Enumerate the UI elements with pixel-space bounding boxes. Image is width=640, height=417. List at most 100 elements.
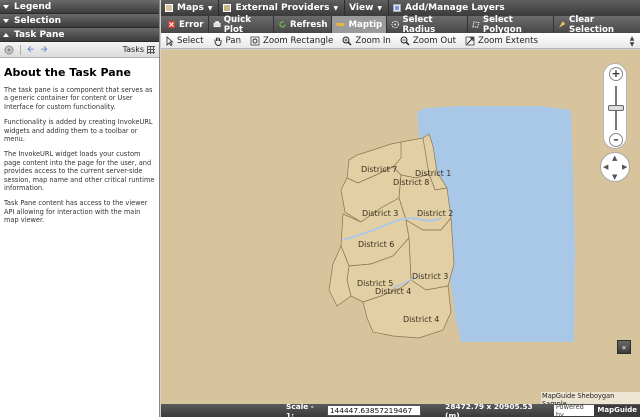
select-tool-button[interactable]: Select — [164, 36, 204, 46]
error-button-label: Error — [179, 19, 204, 30]
accordion-selection[interactable]: Selection — [0, 14, 159, 28]
layers-icon — [393, 4, 402, 12]
pan-tool-button[interactable]: Pan — [213, 35, 242, 46]
scale-input[interactable]: 144447.63857219467 — [326, 405, 422, 416]
task-pane-paragraph: Functionality is added by creating Invok… — [4, 118, 153, 144]
clear-selection-icon — [558, 21, 566, 28]
pan-right-icon[interactable]: ▶ — [622, 163, 627, 171]
refresh-button-label: Refresh — [289, 19, 328, 30]
menu-view-label: View — [349, 3, 374, 13]
refresh-button[interactable]: Refresh — [274, 16, 333, 33]
select-radius-icon — [391, 20, 399, 29]
zoom-extents-button[interactable]: Zoom Extents — [465, 36, 538, 46]
dropdown-arrow-icon: ▼ — [333, 4, 339, 12]
district-3-south-label: District 3 — [412, 272, 448, 281]
zoom-control: + – ▲ ▼ ◀ ▶ — [600, 63, 630, 187]
scroll-down-icon: ▼ — [629, 41, 635, 48]
select-polygon-icon — [472, 21, 480, 28]
task-pane-toolbar: 🡨 🡪 Tasks — [0, 42, 159, 58]
map-icon — [223, 4, 232, 12]
district-4-south-label: District 4 — [403, 315, 439, 324]
zoom-extents-label: Zoom Extents — [477, 35, 538, 46]
toolbar-separator — [20, 44, 21, 55]
district-6-label: District 6 — [358, 240, 394, 249]
pan-down-icon[interactable]: ▼ — [612, 173, 617, 181]
menu-view[interactable]: View ▼ — [345, 0, 390, 16]
powered-by-label: Powered by — [555, 402, 584, 417]
district-1-label: District 1 — [415, 169, 451, 178]
error-button[interactable]: Error — [163, 16, 209, 33]
task-pane-paragraph: The InvokeURL widget loads your custom p… — [4, 150, 155, 193]
select-polygon-button-label: Select Polygon — [482, 14, 522, 35]
zoom-rectangle-button[interactable]: Zoom Rectangle — [250, 36, 333, 46]
clear-selection-button[interactable]: Clear Selection — [554, 14, 640, 35]
pan-up-icon[interactable]: ▲ — [612, 154, 617, 162]
clear-selection-button-label: Clear Selection — [569, 14, 614, 35]
menu-maps[interactable]: Maps ▼ — [161, 0, 220, 16]
cursor-arrow-icon — [166, 35, 174, 46]
accordion-legend[interactable]: Legend — [0, 0, 159, 14]
mapguide-logo: MapGuide — [594, 405, 640, 416]
maptip-icon — [336, 23, 345, 26]
status-bar: Scale - 1: 144447.63857219467 28472.79 x… — [161, 401, 640, 417]
menu-add-manage-layers-label: Add/Manage Layers — [405, 3, 505, 13]
home-icon[interactable] — [4, 45, 14, 55]
minus-icon: – — [613, 133, 619, 146]
zoom-out-label: Zoom Out — [412, 35, 456, 46]
district-8-label: District 8 — [393, 178, 429, 187]
scale-label: Scale - 1: — [286, 401, 314, 417]
maptip-button[interactable]: Maptip — [332, 16, 388, 33]
quick-plot-button[interactable]: Quick Plot — [209, 14, 274, 35]
navigation-toolbar: Select Pan Zoom Rectangle Zoom In Zoom O… — [161, 33, 640, 49]
zoom-in-button[interactable]: Zoom In — [342, 36, 391, 46]
zoom-minus-button[interactable]: – — [609, 133, 623, 147]
powered-by-badge[interactable]: Powered by MapGuide — [553, 402, 640, 417]
district-7-label: District 7 — [361, 165, 397, 174]
left-panel: Legend Selection Task Pane 🡨 🡪 Tasks Abo… — [0, 0, 160, 417]
zoom-extents-icon — [465, 36, 475, 45]
pan-tool-label: Pan — [225, 35, 242, 46]
magnifier-minus-icon — [400, 36, 410, 45]
quick-plot-button-label: Quick Plot — [223, 14, 251, 35]
select-polygon-button[interactable]: Select Polygon — [468, 14, 554, 35]
pan-left-icon[interactable]: ◀ — [603, 163, 608, 171]
pan-control[interactable]: ▲ ▼ ◀ ▶ — [600, 152, 630, 182]
select-tool-label: Select — [177, 35, 204, 46]
accordion-task-pane[interactable]: Task Pane — [0, 28, 159, 42]
task-pane-paragraph: The task pane is a component that serves… — [4, 86, 153, 111]
tasks-label: Tasks — [122, 45, 144, 54]
dropdown-arrow-icon: ▼ — [207, 4, 213, 12]
map-canvas[interactable]: District 7 District 8 District 1 Distric… — [161, 50, 640, 404]
select-radius-button-label: Select Radius — [402, 14, 436, 35]
map-viewer: Maps ▼ External Providers ▼ View ▼ Add/M… — [161, 0, 640, 417]
main-toolbar: Error Quick Plot Refresh Maptip Select R… — [161, 14, 640, 35]
zoom-slider-bar: + – — [603, 63, 627, 149]
zoom-slider-handle[interactable] — [608, 105, 624, 111]
accordion-task-pane-label: Task Pane — [14, 29, 65, 40]
district-3-north-label: District 3 — [362, 209, 398, 218]
toolbar-scroll-arrows[interactable]: ▲ ▼ — [628, 36, 636, 51]
zoom-plus-button[interactable]: + — [609, 67, 623, 81]
task-pane-content: About the Task Pane The task pane is a c… — [0, 58, 159, 238]
magnifier-plus-icon — [342, 36, 352, 45]
map-icon — [165, 4, 173, 12]
tasks-menu-button[interactable]: Tasks — [123, 45, 155, 54]
district-4-north-label: District 4 — [375, 287, 411, 296]
district-2-label: District 2 — [417, 209, 453, 218]
accordion-legend-label: Legend — [14, 1, 52, 12]
dropdown-arrow-icon: ▼ — [377, 4, 383, 12]
expand-panel-button[interactable]: « — [617, 340, 631, 354]
back-arrow-icon[interactable]: 🡨 — [27, 42, 34, 58]
coordinates-readout: 28472.79 x 20905.53 (m) — [445, 401, 533, 417]
zoom-out-button[interactable]: Zoom Out — [400, 36, 456, 46]
double-chevron-left-icon: « — [621, 343, 627, 352]
error-icon — [168, 21, 175, 28]
plus-icon: + — [611, 67, 621, 80]
map-drawing: District 7 District 8 District 1 Distric… — [328, 106, 575, 342]
menu-maps-label: Maps — [177, 3, 204, 13]
expand-arrow-icon — [3, 32, 9, 37]
hand-icon — [214, 36, 221, 46]
forward-arrow-icon[interactable]: 🡪 — [40, 42, 47, 58]
select-radius-button[interactable]: Select Radius — [387, 14, 468, 35]
task-pane-paragraph: Task Pane content has access to the view… — [4, 199, 148, 225]
